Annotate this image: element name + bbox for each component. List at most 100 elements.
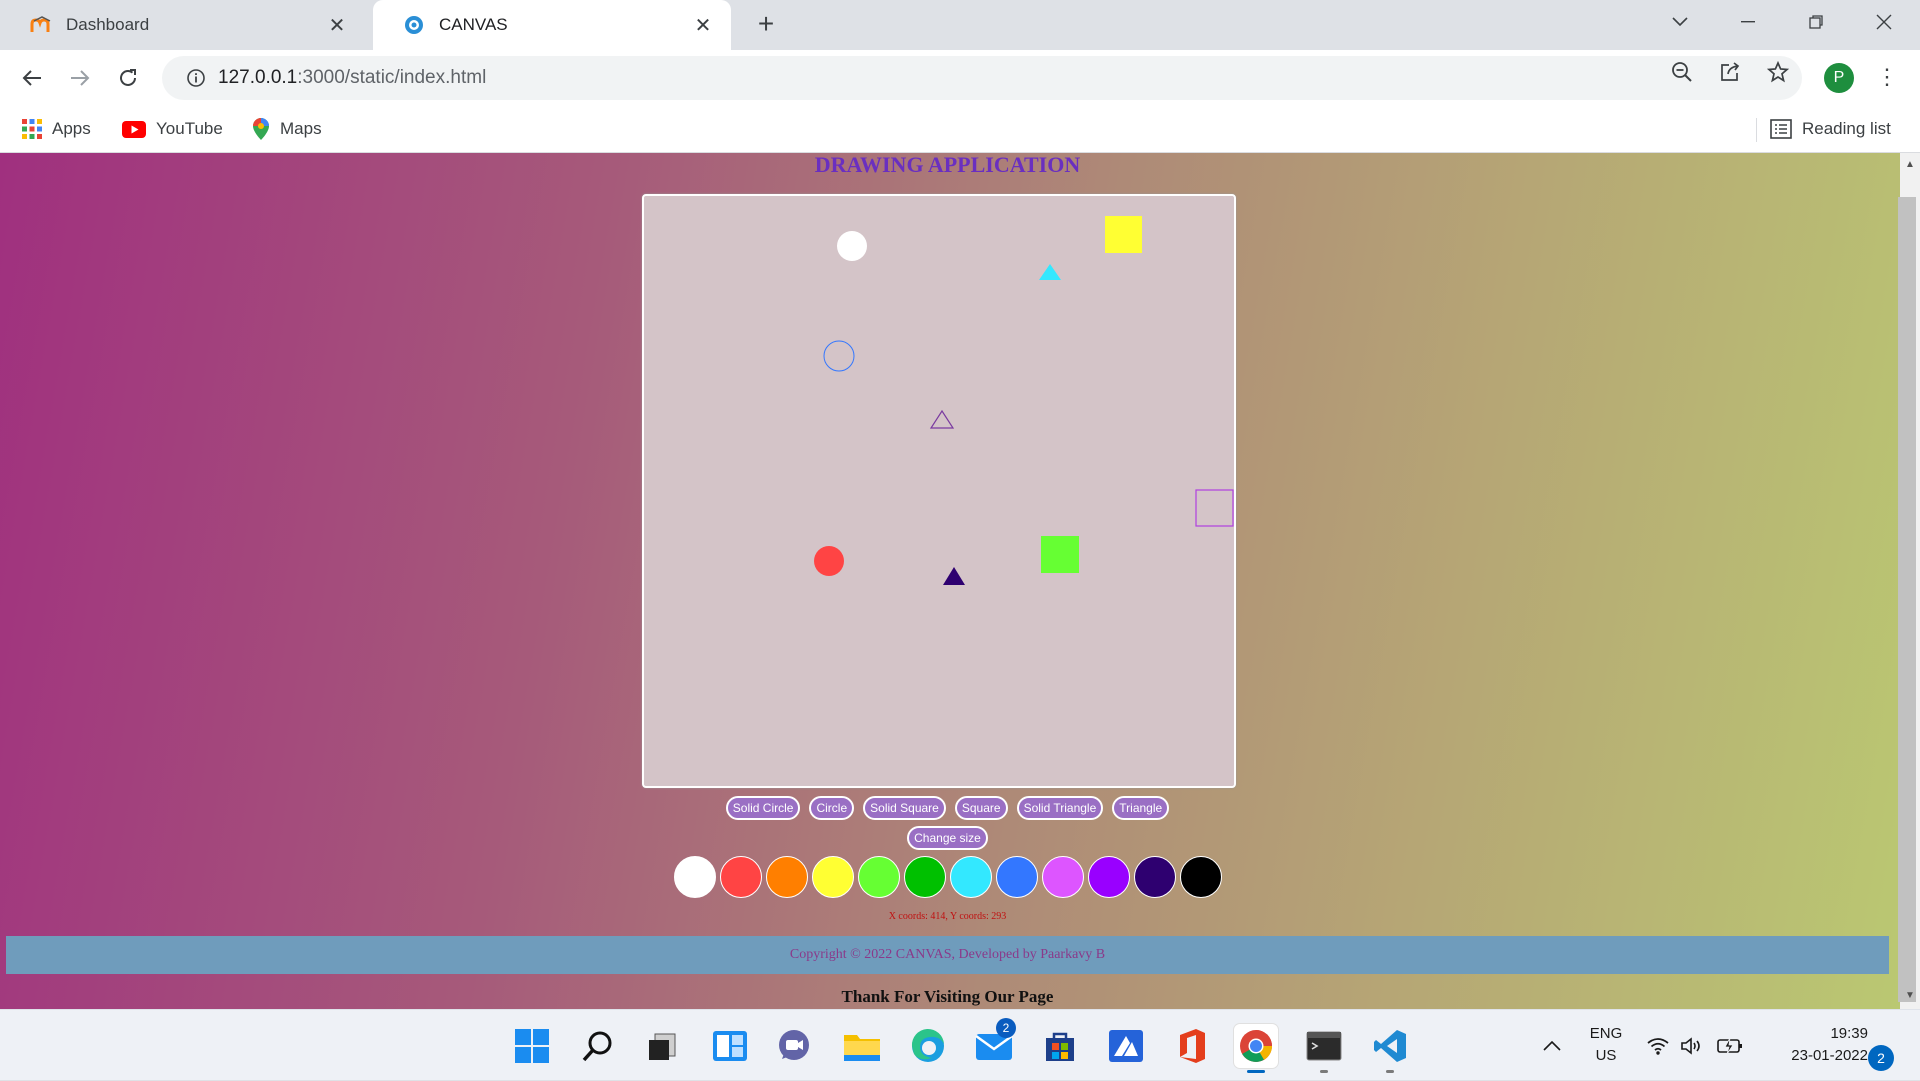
bookmark-apps[interactable]: Apps <box>22 116 91 142</box>
tab-dashboard[interactable]: Dashboard ✕ <box>0 0 365 50</box>
thanks-text: Thank For Visiting Our Page <box>841 987 1054 1006</box>
browser-toolbar: 127.0.0.1:3000/static/index.html P ⋮ <box>0 50 1920 106</box>
footer-bar: Copyright © 2022 CANVAS, Developed by Pa… <box>6 936 1889 974</box>
bookmark-label: YouTube <box>156 119 223 138</box>
moodle-icon <box>30 14 52 36</box>
tab-canvas[interactable]: CANVAS ✕ <box>373 0 731 50</box>
reload-icon[interactable] <box>110 60 146 96</box>
url-text: 127.0.0.1:3000/static/index.html <box>218 67 486 89</box>
language-code: ENG <box>1589 1025 1623 1042</box>
store-icon[interactable] <box>1038 1024 1082 1068</box>
close-window-icon[interactable] <box>1850 0 1918 44</box>
close-icon[interactable]: ✕ <box>325 13 349 38</box>
maps-pin-icon <box>252 117 270 141</box>
youtube-icon <box>122 120 146 138</box>
edge-icon[interactable] <box>906 1024 950 1068</box>
terminal-icon[interactable] <box>1302 1024 1346 1068</box>
color-swatch[interactable] <box>673 856 716 898</box>
volume-icon[interactable] <box>1676 1010 1708 1081</box>
color-swatch[interactable] <box>811 856 854 898</box>
battery-icon[interactable] <box>1712 1010 1748 1081</box>
outline-square-purple <box>1195 489 1234 527</box>
solid-square-green <box>1041 536 1079 573</box>
coords-readout: X coords: 414, Y coords: 293 <box>888 911 1007 922</box>
solid-circle-white <box>837 231 867 261</box>
url-path: :3000/static/index.html <box>297 67 487 88</box>
chrome-icon[interactable] <box>1234 1024 1278 1068</box>
terminal-running-indicator <box>1320 1070 1328 1073</box>
color-swatch[interactable] <box>857 856 900 898</box>
profile-avatar[interactable]: P <box>1824 63 1854 93</box>
tab-search-icon[interactable] <box>1646 0 1714 44</box>
bookmark-youtube[interactable]: YouTube <box>122 116 223 142</box>
file-explorer-icon[interactable] <box>840 1024 884 1068</box>
color-swatch[interactable] <box>1087 856 1130 898</box>
address-bar[interactable]: 127.0.0.1:3000/static/index.html <box>162 56 1802 100</box>
color-swatch[interactable] <box>995 856 1038 898</box>
scroll-up-arrow-icon[interactable]: ▲ <box>1900 155 1920 175</box>
scrollbar-thumb[interactable] <box>1898 197 1916 1002</box>
reading-list-button[interactable]: Reading list <box>1770 116 1891 142</box>
clock-time: 19:39 <box>1830 1025 1868 1042</box>
forward-icon[interactable] <box>62 60 98 96</box>
mail-icon[interactable]: 2 <box>972 1018 1016 1068</box>
shape-button-row: Solid Circle Circle Solid Square Square … <box>0 796 1895 820</box>
minimize-icon[interactable] <box>1714 0 1782 44</box>
square-button[interactable]: Square <box>954 796 1008 820</box>
change-size-button[interactable]: Change size <box>907 826 988 850</box>
wifi-icon[interactable] <box>1642 1010 1674 1081</box>
solid-square-button[interactable]: Solid Square <box>863 796 946 820</box>
back-icon[interactable] <box>14 60 50 96</box>
triangle-button[interactable]: Triangle <box>1112 796 1170 820</box>
menu-kebab-icon[interactable]: ⋮ <box>1876 64 1898 94</box>
azure-data-studio-icon[interactable] <box>1104 1024 1148 1068</box>
widgets-icon[interactable] <box>708 1024 752 1068</box>
tab-title: CANVAS <box>439 15 508 34</box>
vscode-running-indicator <box>1386 1070 1394 1073</box>
color-swatch[interactable] <box>1179 856 1222 898</box>
mail-badge: 2 <box>996 1018 1016 1038</box>
color-swatch[interactable] <box>765 856 808 898</box>
bookmark-star-icon[interactable] <box>1764 58 1792 86</box>
outline-circle-blue <box>823 340 855 372</box>
share-icon[interactable] <box>1716 58 1744 86</box>
color-swatch[interactable] <box>719 856 762 898</box>
teams-chat-icon[interactable] <box>772 1024 816 1068</box>
circle-button[interactable]: Circle <box>809 796 855 820</box>
bookmark-maps[interactable]: Maps <box>252 116 322 142</box>
solid-circle-button[interactable]: Solid Circle <box>725 796 801 820</box>
task-view-icon[interactable] <box>640 1024 684 1068</box>
solid-triangle-button[interactable]: Solid Triangle <box>1016 796 1104 820</box>
copyright-text: Copyright © 2022 CANVAS, Developed by Pa… <box>789 947 1106 962</box>
color-swatch[interactable] <box>903 856 946 898</box>
bookmarks-divider <box>1756 118 1757 142</box>
bookmark-label: Maps <box>280 119 322 138</box>
notification-count-badge[interactable]: 2 <box>1868 1045 1894 1071</box>
solid-circle-red <box>814 546 844 576</box>
vscode-icon[interactable] <box>1368 1024 1412 1068</box>
close-icon[interactable]: ✕ <box>691 13 715 38</box>
gear-icon <box>403 14 425 36</box>
info-icon[interactable] <box>176 68 216 88</box>
new-tab-button[interactable]: + <box>748 6 784 42</box>
show-hidden-icons-chevron-icon[interactable] <box>1536 1010 1568 1081</box>
zoom-icon[interactable] <box>1668 58 1696 86</box>
restore-icon[interactable] <box>1782 0 1850 44</box>
scroll-down-arrow-icon[interactable]: ▼ <box>1900 986 1920 1006</box>
language-region: US <box>1595 1047 1617 1064</box>
clock[interactable]: 19:39 23-01-2022 <box>1762 1023 1868 1067</box>
reading-list-label: Reading list <box>1802 119 1891 138</box>
outline-triangle-purple <box>929 409 955 429</box>
color-swatch[interactable] <box>1133 856 1176 898</box>
taskbar: 2 ENG US 19:39 23-01-2022 2 <box>0 1009 1920 1080</box>
clock-date: 23-01-2022 <box>1791 1047 1868 1064</box>
start-icon[interactable] <box>510 1024 554 1068</box>
office-icon[interactable] <box>1170 1024 1214 1068</box>
drawing-canvas[interactable] <box>642 194 1236 788</box>
color-swatch[interactable] <box>949 856 992 898</box>
tab-strip: Dashboard ✕ CANVAS ✕ + <box>0 0 1920 50</box>
language-indicator[interactable]: ENG US <box>1584 1023 1628 1067</box>
search-icon[interactable] <box>576 1024 620 1068</box>
size-button-row: Change size <box>0 826 1895 850</box>
color-swatch[interactable] <box>1041 856 1084 898</box>
